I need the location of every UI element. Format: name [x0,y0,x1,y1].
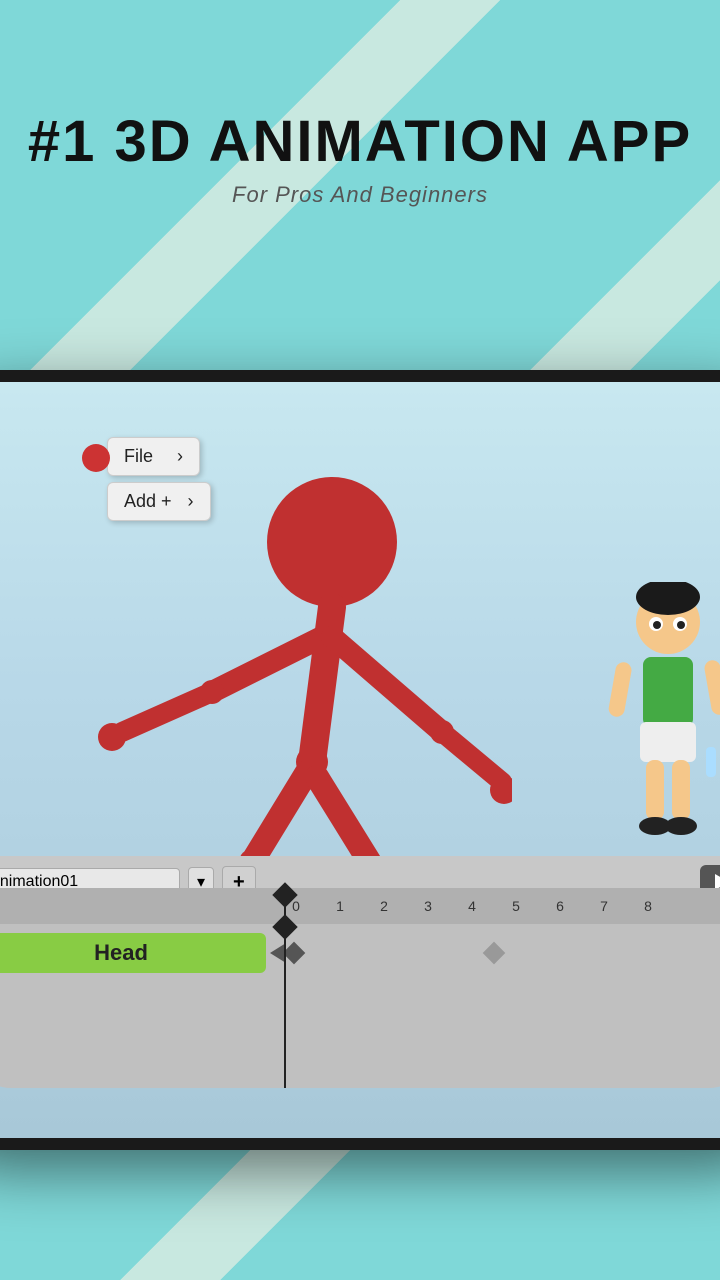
head-track-row: Head [0,928,720,978]
frame-number-3: 3 [406,898,450,914]
add-menu-arrow: › [188,491,194,512]
hero-title: #1 3D ANIMATION APP [0,110,720,174]
playhead[interactable] [284,888,286,1088]
add-menu-label: Add + [124,491,172,512]
frame-number-7: 7 [582,898,626,914]
frame-number-4: 4 [450,898,494,914]
keyframe-end[interactable] [483,942,506,965]
frame-number-1: 1 [318,898,362,914]
hero-subtitle: For Pros And Beginners [0,182,720,208]
timeline-numbers-row: 0 1 2 3 4 5 6 7 8 [0,888,720,924]
frame-number-8: 8 [626,898,670,914]
frame-number-2: 2 [362,898,406,914]
timeline-panel: 0 1 2 3 4 5 6 7 8 Head [0,888,720,1088]
keyframe-start[interactable] [283,942,306,965]
file-menu[interactable]: File › [107,437,200,476]
frame-number-5: 5 [494,898,538,914]
menu-toggle-dot[interactable] [82,444,110,472]
device-screen: File › Add + › [0,382,720,1138]
3d-character [588,582,720,882]
frame-number-6: 6 [538,898,582,914]
head-track-timeline[interactable] [266,933,720,973]
file-menu-label: File [124,446,153,467]
hero-section: #1 3D ANIMATION APP For Pros And Beginne… [0,110,720,208]
file-menu-arrow: › [177,446,183,467]
device-frame: File › Add + › [0,370,720,1150]
add-menu[interactable]: Add + › [107,482,211,521]
head-track-label[interactable]: Head [0,933,266,973]
